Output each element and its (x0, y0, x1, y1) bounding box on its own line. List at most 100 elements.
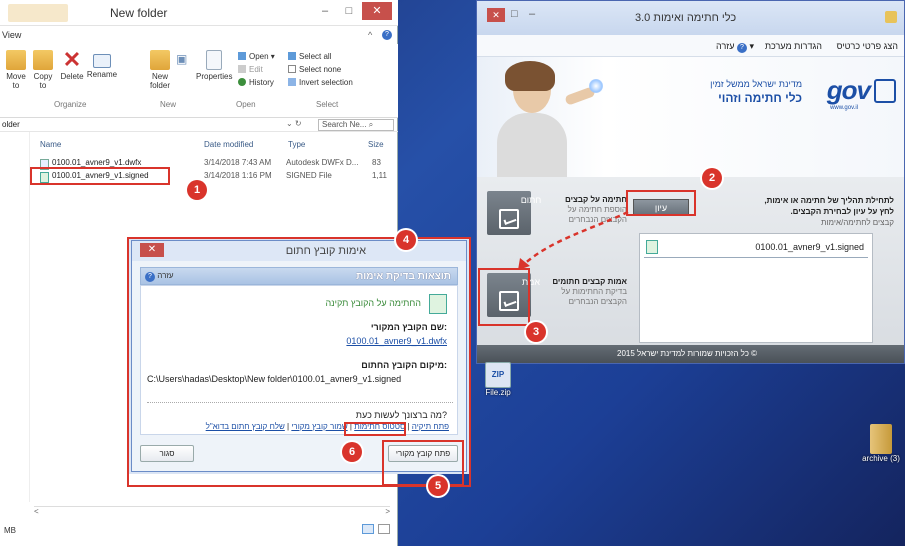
navigation-pane[interactable] (0, 132, 30, 502)
history-button[interactable]: History (238, 78, 274, 87)
large-icons-view-icon[interactable] (378, 524, 390, 534)
list-item[interactable]: 0100.01_avner9_v1.signed (644, 240, 868, 258)
horizontal-scrollbar[interactable]: < > (34, 506, 390, 516)
gov-logo: gov (826, 75, 871, 105)
file-size: 83 (372, 158, 381, 167)
copy-to-icon (33, 50, 53, 70)
desktop-icon-archive[interactable]: archive (3) (858, 424, 904, 463)
refresh-icon[interactable]: ⌄ ↻ (286, 119, 302, 128)
person-illustration (485, 61, 605, 177)
minimize-icon[interactable]: – (529, 8, 535, 20)
address-bar[interactable]: older ⌄ ↻ Search Ne... ⌕ (0, 118, 398, 132)
badge-step-3: 3 (526, 322, 546, 342)
menu-settings[interactable]: הגדרות מערכת (765, 41, 822, 51)
column-size[interactable]: Size (368, 140, 384, 149)
scroll-right-icon[interactable]: > (385, 507, 390, 516)
history-icon (238, 78, 246, 86)
edit-icon (238, 65, 246, 73)
gov-url: www.gov.il (830, 105, 858, 111)
new-item-icon[interactable]: ▣ (176, 52, 187, 66)
file-size: 1,11 (372, 171, 387, 180)
file-name: 0100.01_avner9_v1.dwfx (52, 158, 142, 167)
select-none-button[interactable]: Select none (288, 65, 341, 74)
gov-line1: מדינת ישראל ממשל זמין (710, 79, 802, 89)
open-icon (238, 52, 246, 60)
desktop-icon-label: archive (3) (862, 454, 900, 463)
selected-files-list[interactable]: 0100.01_avner9_v1.signed (639, 233, 873, 343)
explorer-title: New folder (110, 6, 168, 20)
verify-description: אמות קבצים חתומים בדיקת החתימות על הקבצי… (552, 277, 627, 306)
copyright-text: © כל הזכויות שמורות למדינת ישראל 2015 (617, 349, 758, 358)
signtool-titlebar: ✕ □ – כלי חתימה ואימות 3.0 (477, 1, 904, 35)
select-none-icon (288, 65, 296, 73)
explorer-titlebar: New folder – □ ✕ (0, 0, 398, 26)
rename-button[interactable]: Rename (86, 50, 118, 79)
help-icon: ? (736, 43, 747, 53)
select-all-button[interactable]: Select all (288, 52, 331, 61)
zip-file-icon: ZIP (485, 362, 511, 388)
maximize-icon[interactable]: □ (511, 8, 518, 20)
signing-tool-window: ✕ □ – כלי חתימה ואימות 3.0 הצג פרטי כרטי… (476, 0, 905, 364)
collapse-ribbon-icon[interactable]: ^ (368, 30, 372, 40)
file-type: SIGNED File (286, 171, 332, 180)
file-date: 3/14/2018 1:16 PM (204, 171, 272, 180)
selected-file-name: 0100.01_avner9_v1.signed (755, 242, 864, 252)
select-group-label: Select (316, 100, 339, 109)
badge-step-5: 5 (428, 476, 448, 496)
open-group-label: Open (236, 100, 256, 109)
desktop-icon-label: File.zip (485, 388, 511, 397)
signed-file-icon (646, 240, 658, 254)
search-icon: ⌕ (368, 120, 374, 129)
gov-line2: כלי חתימה וזהוי (718, 91, 802, 105)
signtool-title: כלי חתימה ואימות 3.0 (635, 12, 737, 24)
edit-button[interactable]: Edit (238, 65, 263, 74)
file-date: 3/14/2018 7:43 AM (204, 158, 272, 167)
delete-button[interactable]: ✕ Delete (58, 47, 86, 82)
badge-step-6: 6 (342, 442, 362, 462)
scroll-left-icon[interactable]: < (34, 507, 39, 516)
rename-icon (93, 54, 111, 68)
app-icon (885, 11, 897, 23)
file-type: Autodesk DWFx D... (286, 158, 359, 167)
dashed-arrow (518, 210, 629, 270)
instructions: לתחילת תהליך של חתימה או אימות, לחץ על ע… (764, 196, 894, 227)
close-button[interactable]: ✕ (362, 2, 392, 20)
invert-selection-button[interactable]: Invert selection (288, 78, 353, 87)
menu-help[interactable]: עזרה ? ▾ (716, 41, 754, 53)
open-button[interactable]: Open ▾ (238, 52, 275, 61)
help-icon[interactable]: ? (382, 30, 392, 40)
close-icon[interactable]: ✕ (487, 8, 505, 22)
signtool-menubar: הצג פרטי כרטיס הגדרות מערכת עזרה ? ▾ (477, 35, 904, 57)
menorah-emblem-icon (874, 79, 896, 103)
column-name[interactable]: Name (40, 140, 61, 149)
signtool-footer: © כל הזכויות שמורות למדינת ישראל 2015 (477, 345, 904, 363)
search-input[interactable]: Search Ne... ⌕ (318, 119, 394, 131)
maximize-button[interactable]: □ (338, 2, 360, 20)
new-folder-button[interactable]: New folder (146, 50, 174, 90)
desktop-icon-zip[interactable]: ZIP File.zip (480, 362, 516, 397)
column-type[interactable]: Type (288, 140, 305, 149)
badge-step-2: 2 (702, 168, 722, 188)
status-text: MB (4, 526, 16, 535)
details-view-icon[interactable] (362, 524, 374, 534)
highlight-signature-status (344, 422, 406, 436)
invert-selection-icon (288, 78, 296, 86)
highlight-signed-file (30, 167, 170, 185)
status-bar: MB (0, 520, 398, 546)
highlight-open-original (382, 440, 464, 486)
new-folder-icon (150, 50, 170, 70)
signtool-banner: gov www.gov.il מדינת ישראל ממשל זמין כלי… (477, 57, 904, 177)
address-path: older (2, 120, 20, 129)
archive-folder-icon (870, 424, 892, 454)
move-to-button[interactable]: Move to (2, 50, 30, 90)
menu-show-card[interactable]: הצג פרטי כרטיס (837, 41, 898, 51)
column-date[interactable]: Date modified (204, 140, 253, 149)
delete-icon: ✕ (62, 47, 82, 72)
copy-to-button[interactable]: Copy to (30, 50, 56, 90)
properties-button[interactable]: Properties (196, 50, 232, 81)
badge-step-1: 1 (187, 180, 207, 200)
organize-group-label: Organize (54, 100, 87, 109)
minimize-button[interactable]: – (314, 2, 336, 20)
folder-icon (8, 4, 68, 22)
menu-view[interactable]: View (2, 30, 21, 40)
